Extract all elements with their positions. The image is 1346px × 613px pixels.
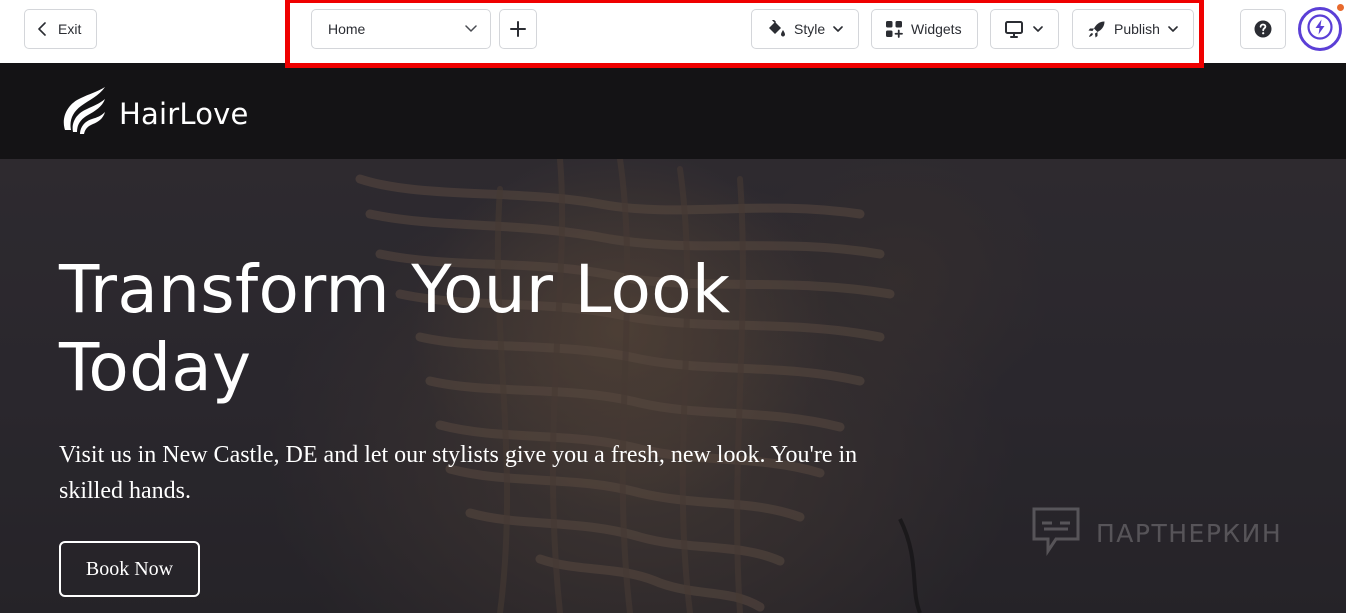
widgets-button[interactable]: Widgets bbox=[871, 9, 978, 49]
hero-title: Transform Your Look Today bbox=[59, 251, 731, 406]
page-select-value: Home bbox=[328, 21, 366, 37]
publish-label: Publish bbox=[1114, 21, 1160, 37]
monitor-icon bbox=[1005, 20, 1023, 38]
site-logo[interactable]: HairLove bbox=[59, 86, 249, 141]
paint-bucket-icon bbox=[766, 20, 786, 38]
hair-logo-icon bbox=[59, 86, 107, 141]
plus-icon bbox=[510, 21, 526, 37]
chevron-down-icon bbox=[465, 25, 477, 33]
chevron-down-icon bbox=[1168, 25, 1178, 33]
chevron-down-icon bbox=[1033, 25, 1043, 33]
help-icon bbox=[1254, 20, 1272, 38]
bolt-icon bbox=[1307, 13, 1333, 45]
watermark-text: ПАРТНЕРКИН bbox=[1096, 519, 1283, 548]
editor-toolbar: Exit Home Style Widgets Publish bbox=[0, 0, 1346, 68]
widgets-grid-icon bbox=[885, 20, 903, 38]
help-button[interactable] bbox=[1240, 9, 1286, 49]
style-label: Style bbox=[794, 21, 826, 37]
style-button[interactable]: Style bbox=[751, 9, 859, 49]
hero-section: Transform Your Look Today Visit us in Ne… bbox=[0, 159, 1346, 613]
device-preview-button[interactable] bbox=[990, 9, 1059, 49]
site-header: HairLove bbox=[0, 63, 1346, 159]
rocket-icon bbox=[1087, 20, 1106, 39]
notification-dot bbox=[1335, 2, 1346, 13]
chevron-left-icon bbox=[38, 22, 46, 36]
exit-button[interactable]: Exit bbox=[24, 9, 97, 49]
hero-subtitle: Visit us in New Castle, DE and let our s… bbox=[59, 442, 858, 504]
exit-label: Exit bbox=[58, 21, 82, 37]
page-select[interactable]: Home bbox=[311, 9, 491, 49]
add-page-button[interactable] bbox=[499, 9, 537, 49]
chat-bubble-icon bbox=[1030, 505, 1082, 562]
publish-button[interactable]: Publish bbox=[1072, 9, 1194, 49]
book-now-button[interactable]: Book Now bbox=[59, 541, 200, 597]
watermark: ПАРТНЕРКИН bbox=[1030, 505, 1282, 562]
chevron-down-icon bbox=[833, 25, 843, 33]
widgets-label: Widgets bbox=[911, 21, 962, 37]
brand-name: HairLove bbox=[119, 96, 249, 131]
account-avatar[interactable] bbox=[1298, 7, 1342, 51]
